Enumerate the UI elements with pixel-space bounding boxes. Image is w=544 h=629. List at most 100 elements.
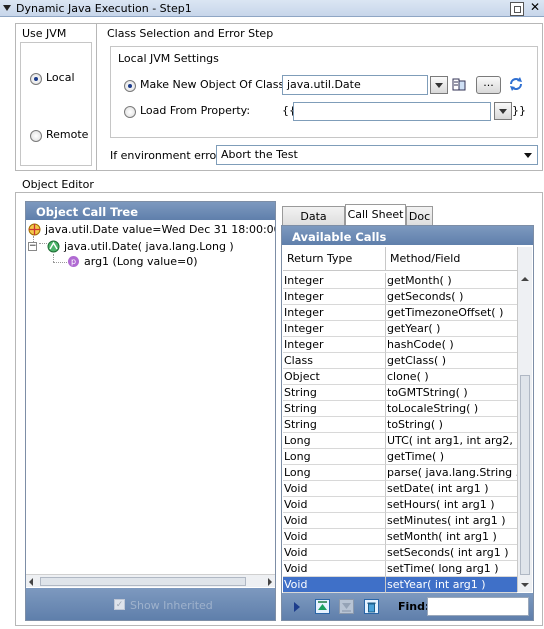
table-row[interactable]: Integer hashCode( ) [283, 337, 517, 353]
return-type-cell: Long [283, 449, 386, 465]
tab-data-sheet[interactable]: Data Sheet [282, 206, 345, 236]
table-row[interactable]: Integer getSeconds( ) [283, 289, 517, 305]
table-row[interactable]: Long UTC( int arg1, int arg2, ... [283, 433, 517, 449]
tree-connector [39, 243, 47, 244]
tree-node-label: arg1 (Long value=0) [84, 255, 198, 268]
table-row[interactable]: String toString( ) [283, 417, 517, 433]
property-suffix: }} [512, 104, 526, 117]
remote-radio-label[interactable]: Remote [46, 128, 88, 141]
return-type-cell: Long [283, 465, 386, 481]
tab-call-sheet[interactable]: Call Sheet [345, 204, 406, 226]
collapse-toggle-icon[interactable]: − [28, 242, 37, 251]
tree-node-label: java.util.Date value=Wed Dec 31 18:00:00… [45, 223, 275, 236]
table-row[interactable]: Void setDate( int arg1 ) [283, 481, 517, 497]
property-dropdown-button[interactable] [494, 102, 512, 120]
method-field-cell: getClass( ) [386, 353, 517, 369]
load-from-property-label[interactable]: Load From Property: [140, 104, 250, 117]
play-icon[interactable] [294, 602, 300, 612]
scroll-up-icon[interactable] [521, 277, 529, 281]
table-row[interactable]: String toGMTString( ) [283, 385, 517, 401]
browse-button[interactable]: ... [476, 76, 501, 94]
return-type-cell: Void [283, 577, 386, 593]
show-inherited-checkbox[interactable]: ✓ [114, 599, 125, 610]
load-from-property-radio[interactable] [124, 106, 136, 118]
object-icon [28, 223, 41, 236]
tree-horizontal-scrollbar[interactable] [26, 574, 275, 587]
table-row[interactable]: Void setHours( int arg1 ) [283, 497, 517, 513]
object-editor-label: Object Editor [22, 178, 94, 191]
local-radio[interactable] [30, 73, 42, 85]
table-row[interactable]: String toLocaleString( ) [283, 401, 517, 417]
make-new-object-radio[interactable] [124, 80, 136, 92]
jvm-group [20, 42, 92, 166]
method-field-cell: getYear( ) [386, 321, 517, 337]
delete-icon[interactable] [364, 599, 379, 614]
parameter-icon: p [68, 256, 79, 267]
env-error-select[interactable]: Abort the Test [216, 145, 538, 165]
scroll-right-icon[interactable] [268, 578, 272, 586]
move-down-icon[interactable] [339, 599, 354, 614]
class-dropdown-button[interactable] [430, 76, 448, 94]
object-call-tree-header: Object Call Tree [26, 202, 275, 220]
table-row[interactable]: Class getClass( ) [283, 353, 517, 369]
return-type-cell: Class [283, 353, 386, 369]
find-label: Find: [398, 600, 430, 613]
table-row[interactable]: Object clone( ) [283, 369, 517, 385]
collapse-arrow-icon[interactable] [3, 5, 11, 11]
remote-radio[interactable] [30, 130, 42, 142]
make-new-object-label[interactable]: Make New Object Of Class: [140, 78, 288, 91]
restore-icon[interactable] [510, 2, 524, 16]
method-field-cell: toString( ) [386, 417, 517, 433]
method-field-cell: getTime( ) [386, 449, 517, 465]
return-type-cell: Void [283, 481, 386, 497]
method-field-cell: toGMTString( ) [386, 385, 517, 401]
method-field-cell: toLocaleString( ) [386, 401, 517, 417]
refresh-icon[interactable] [508, 76, 524, 92]
class-selection-label: Class Selection and Error Step [107, 27, 274, 40]
use-jvm-label: Use JVM [22, 27, 67, 40]
scrollbar-thumb[interactable] [40, 577, 246, 586]
table-row[interactable]: Void setSeconds( int arg1 ) [283, 545, 517, 561]
env-error-value: Abort the Test [221, 148, 298, 161]
table-row[interactable]: Integer getMonth( ) [283, 273, 517, 289]
method-field-cell: setTime( long arg1 ) [386, 561, 517, 577]
table-row[interactable]: Void setMinutes( int arg1 ) [283, 513, 517, 529]
local-radio-label[interactable]: Local [46, 71, 75, 84]
return-type-cell: Integer [283, 289, 386, 305]
column-header-method-field[interactable]: Method/Field [386, 247, 517, 271]
return-type-cell: Integer [283, 273, 386, 289]
show-inherited-label: Show Inherited [130, 599, 213, 612]
table-row[interactable]: Integer getYear( ) [283, 321, 517, 337]
return-type-cell: Void [283, 545, 386, 561]
tree-node-constructor[interactable]: − java.util.Date( java.lang.Long ) [28, 240, 275, 254]
column-header-return-type[interactable]: Return Type [283, 247, 386, 271]
tab-doc[interactable]: Doc [406, 206, 433, 225]
tree-node-argument[interactable]: p arg1 (Long value=0) [28, 255, 275, 269]
table-row[interactable]: Long parse( java.lang.String ... [283, 465, 517, 481]
method-field-cell: getTimezoneOffset( ) [386, 305, 517, 321]
scrollbar-thumb[interactable] [520, 375, 530, 575]
method-field-cell: setYear( int arg1 ) [386, 577, 517, 593]
table-row[interactable]: Void setMonth( int arg1 ) [283, 529, 517, 545]
return-type-cell: String [283, 401, 386, 417]
return-type-cell: Integer [283, 305, 386, 321]
tree-view[interactable]: java.util.Date value=Wed Dec 31 18:00:00… [28, 222, 275, 572]
return-type-cell: String [283, 417, 386, 433]
class-name-field[interactable]: java.util.Date [282, 75, 428, 95]
table-row[interactable]: Long getTime( ) [283, 449, 517, 465]
table-row[interactable]: Void setTime( long arg1 ) [283, 561, 517, 577]
move-up-icon[interactable] [315, 599, 330, 614]
property-field[interactable] [293, 102, 491, 121]
table-row[interactable]: Integer getTimezoneOffset( ) [283, 305, 517, 321]
return-type-cell: Void [283, 561, 386, 577]
table-row[interactable]: Void setYear( int arg1 ) [283, 577, 517, 593]
find-input[interactable] [427, 597, 529, 616]
scroll-down-icon[interactable] [521, 583, 529, 587]
tree-node-root[interactable]: java.util.Date value=Wed Dec 31 18:00:00… [28, 223, 275, 237]
return-type-cell: Integer [283, 321, 386, 337]
tree-footer: ✓ Show Inherited [26, 588, 275, 620]
class-browser-icon[interactable] [452, 78, 466, 92]
close-icon[interactable]: ✕ [530, 0, 540, 14]
scroll-left-icon[interactable] [29, 578, 33, 586]
calls-vertical-scrollbar[interactable] [517, 247, 532, 592]
